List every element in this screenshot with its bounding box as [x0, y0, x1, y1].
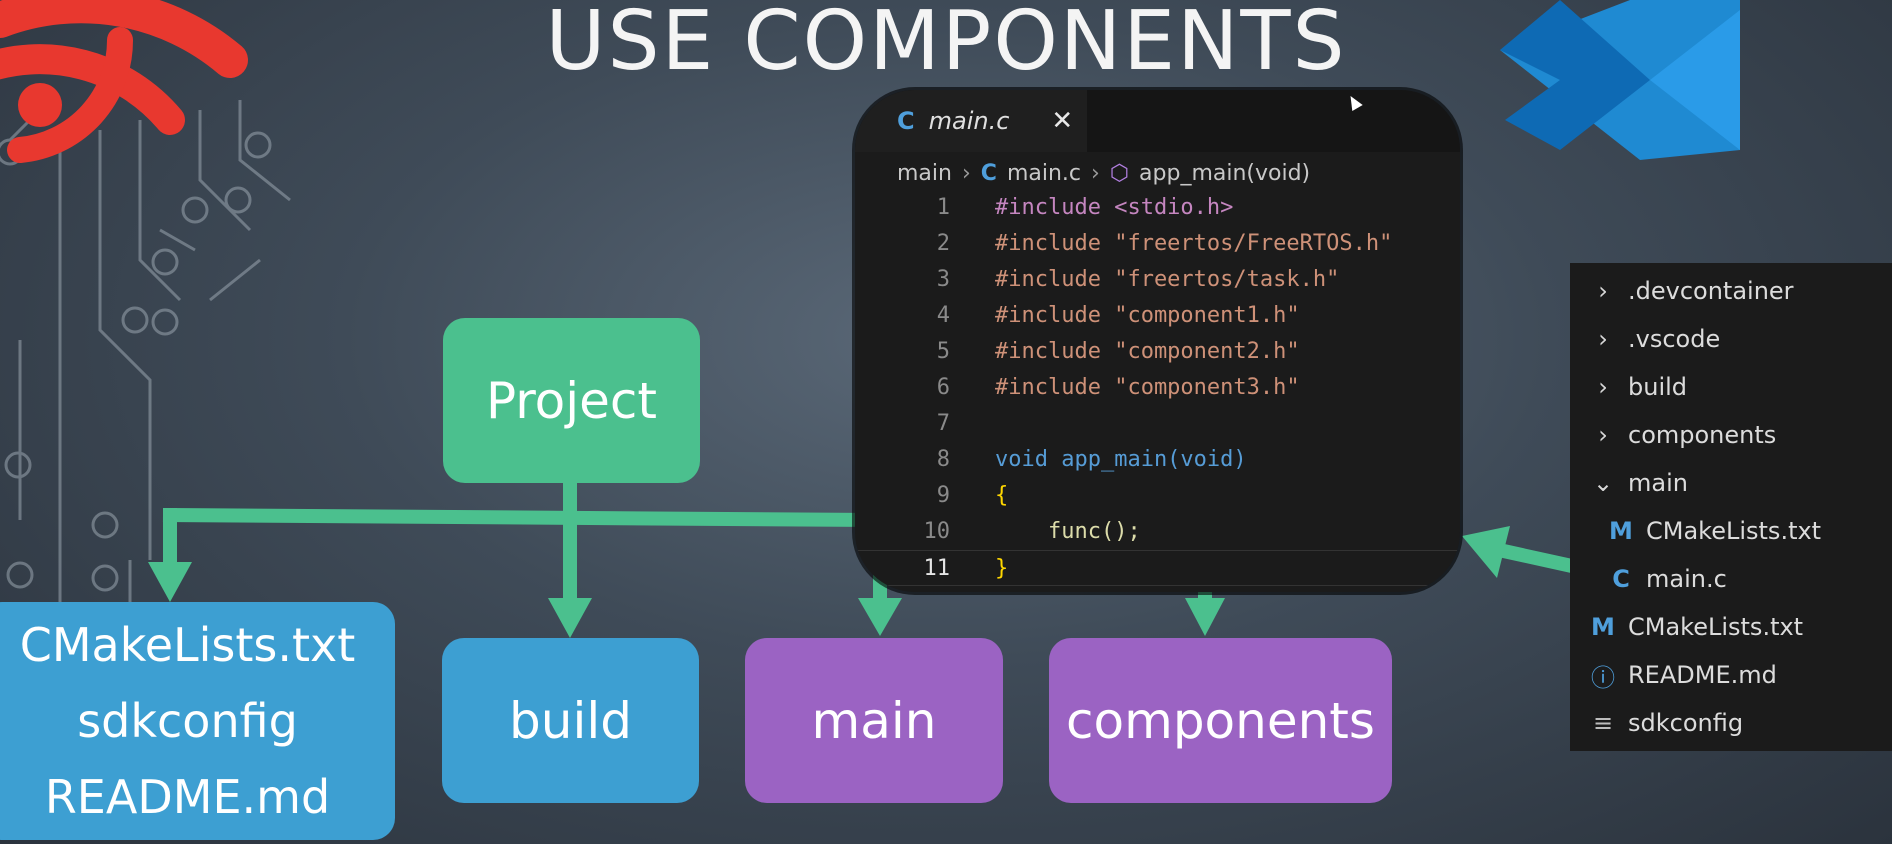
line-number: 11	[923, 556, 951, 581]
code-text: #include <stdio.h>	[995, 195, 1234, 220]
explorer-item-label: CMakeLists.txt	[1646, 517, 1822, 545]
breadcrumb: main › C main.c › ⬡ app_main(void)	[897, 156, 1310, 190]
tab-label: main.c	[928, 107, 1010, 135]
line-number: 5	[936, 339, 950, 364]
editor-tab-bar: C main.c ✕	[855, 90, 1460, 152]
code-text: #include "component1.h"	[995, 303, 1300, 328]
code-line: 6 #include "component3.h"	[855, 370, 1460, 406]
chevron-right-icon: ›	[1598, 421, 1608, 449]
code-text: #include "freertos/task.h"	[995, 267, 1340, 292]
components-box: components	[1049, 638, 1392, 803]
explorer-folder-components[interactable]: › components	[1590, 415, 1776, 455]
line-number: 10	[923, 519, 951, 544]
explorer-item-label: .devcontainer	[1628, 277, 1794, 305]
line-number: 7	[936, 411, 950, 436]
file-explorer: › .devcontainer › .vscode › build › comp…	[1570, 263, 1892, 751]
close-icon[interactable]: ✕	[1051, 106, 1073, 136]
code-text: func();	[995, 519, 1141, 544]
explorer-item-label: main	[1628, 469, 1688, 497]
explorer-folder-build[interactable]: › build	[1590, 367, 1687, 407]
explorer-item-label: .vscode	[1628, 325, 1721, 353]
root-file-cmakelists: CMakeLists.txt	[19, 618, 356, 672]
c-file-icon: C	[1612, 565, 1630, 593]
root-file-readme: README.md	[44, 770, 331, 824]
tab-main-c[interactable]: C main.c ✕	[855, 90, 1087, 152]
explorer-file-main-cmakelists[interactable]: M CMakeLists.txt	[1608, 511, 1821, 551]
explorer-item-label: README.md	[1628, 661, 1777, 689]
lines-icon: ≡	[1592, 709, 1614, 737]
project-box: Project	[443, 318, 700, 483]
code-text: #include "component3.h"	[995, 375, 1300, 400]
code-line: 1 #include <stdio.h>	[855, 190, 1460, 226]
cmake-m-icon: M	[1609, 517, 1633, 545]
line-number: 3	[936, 267, 950, 292]
breadcrumb-folder[interactable]: main	[897, 161, 952, 186]
explorer-file-sdkconfig[interactable]: ≡ sdkconfig	[1590, 703, 1743, 743]
line-number: 6	[936, 375, 950, 400]
chevron-down-icon: ⌄	[1592, 469, 1614, 497]
code-line: 8 void app_main(void)	[855, 442, 1460, 478]
line-number: 8	[936, 447, 950, 472]
code-line: 2 #include "freertos/FreeRTOS.h"	[855, 226, 1460, 262]
code-line: 9 {	[855, 478, 1460, 514]
build-label: build	[509, 691, 632, 750]
explorer-file-cmakelists[interactable]: M CMakeLists.txt	[1590, 607, 1803, 647]
c-file-icon: C	[897, 107, 915, 135]
explorer-file-main-c[interactable]: C main.c	[1608, 559, 1727, 599]
chevron-right-icon: ›	[1598, 325, 1608, 353]
method-cube-icon: ⬡	[1109, 160, 1130, 186]
code-area[interactable]: 1 #include <stdio.h> 2 #include "freerto…	[855, 190, 1460, 586]
cmake-m-icon: M	[1591, 613, 1615, 641]
explorer-item-label: sdkconfig	[1628, 709, 1744, 737]
code-line: 10 func();	[855, 514, 1460, 550]
build-box: build	[442, 638, 699, 803]
explorer-item-label: CMakeLists.txt	[1628, 613, 1804, 641]
code-line-current: 11 }	[855, 550, 1460, 586]
chevron-right-icon: ›	[961, 160, 971, 186]
line-number: 1	[936, 195, 950, 220]
chevron-right-icon: ›	[1598, 277, 1608, 305]
code-line: 3 #include "freertos/task.h"	[855, 262, 1460, 298]
code-text: void app_main(void)	[995, 447, 1247, 472]
chevron-right-icon: ›	[1598, 373, 1608, 401]
code-line: 4 #include "component1.h"	[855, 298, 1460, 334]
code-line: 7	[855, 406, 1460, 442]
code-text: {	[995, 483, 1009, 508]
main-box: main	[745, 638, 1003, 803]
root-files-box: CMakeLists.txt sdkconfig README.md	[0, 602, 395, 840]
line-number: 4	[936, 303, 950, 328]
code-text: }	[995, 556, 1009, 581]
project-label: Project	[485, 371, 658, 430]
explorer-item-label: components	[1628, 421, 1777, 449]
chevron-right-icon: ›	[1091, 160, 1100, 186]
explorer-item-label: build	[1628, 373, 1688, 401]
info-icon: ⓘ	[1591, 663, 1615, 692]
components-label: components	[1066, 691, 1375, 750]
code-editor: C main.c ✕ main › C main.c › ⬡ app_main(…	[855, 90, 1460, 592]
code-text: #include "freertos/FreeRTOS.h"	[995, 231, 1393, 256]
explorer-file-readme[interactable]: ⓘ README.md	[1590, 655, 1777, 695]
explorer-folder-devcontainer[interactable]: › .devcontainer	[1590, 271, 1794, 311]
breadcrumb-symbol[interactable]: app_main(void)	[1139, 161, 1310, 186]
line-number: 9	[936, 483, 950, 508]
c-file-icon: C	[980, 160, 997, 186]
root-file-sdkconfig: sdkconfig	[77, 694, 298, 748]
line-number: 2	[936, 231, 950, 256]
main-label: main	[811, 691, 937, 750]
explorer-item-label: main.c	[1646, 565, 1727, 593]
explorer-folder-main[interactable]: ⌄ main	[1590, 463, 1688, 503]
code-line: 5 #include "component2.h"	[855, 334, 1460, 370]
explorer-folder-vscode[interactable]: › .vscode	[1590, 319, 1720, 359]
code-text: #include "component2.h"	[995, 339, 1300, 364]
breadcrumb-file[interactable]: main.c	[1007, 161, 1081, 186]
